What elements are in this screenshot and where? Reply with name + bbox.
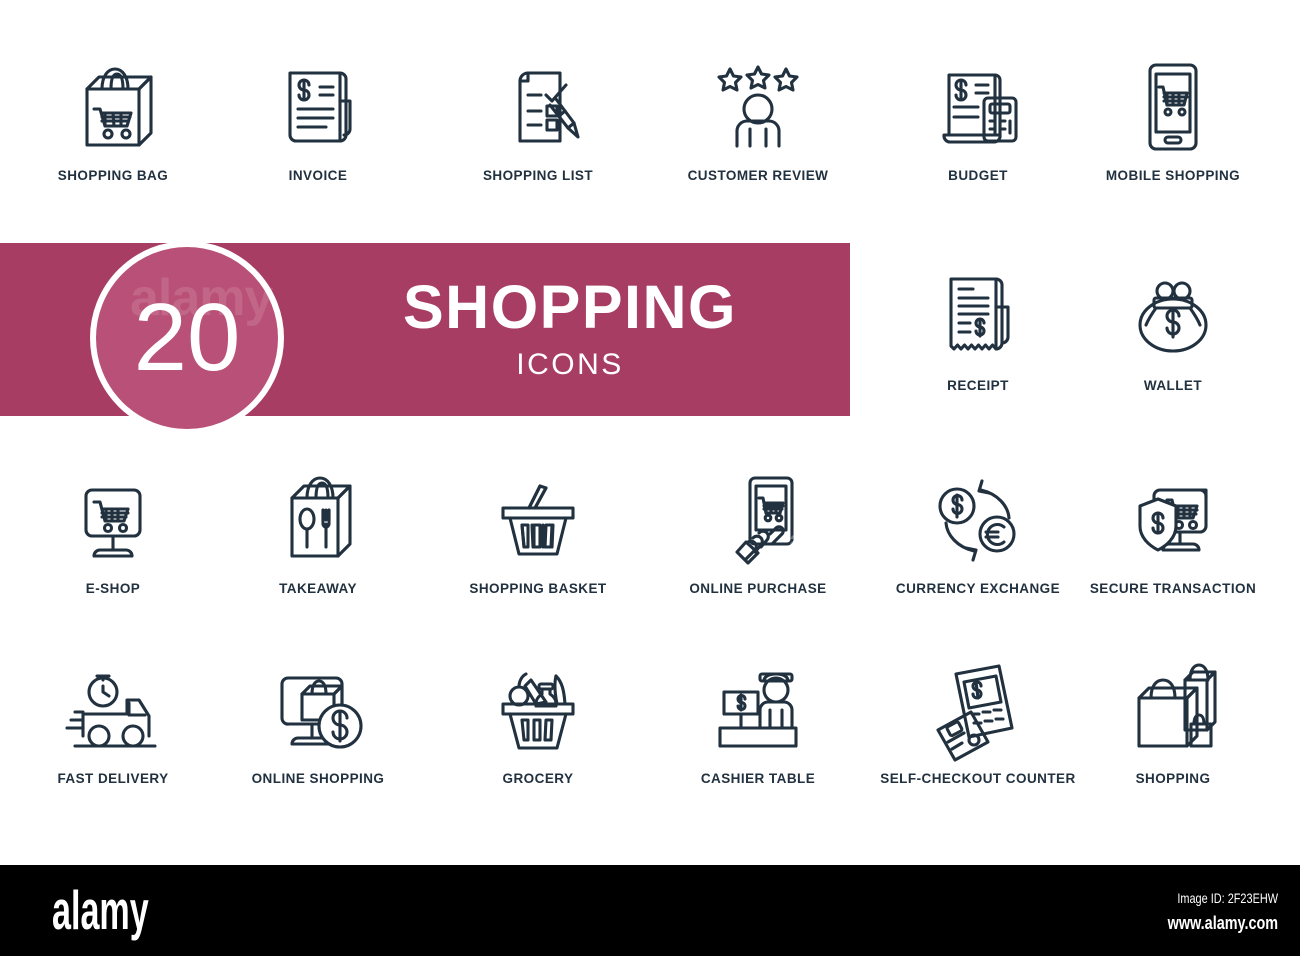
icon-label: SECURE TRANSACTION (1089, 581, 1257, 596)
receipt-icon (878, 262, 1078, 372)
icon-cell-receipt[interactable]: RECEIPT (878, 262, 1078, 393)
icon-label: SHOPPING LIST (482, 168, 594, 183)
footer-url: www.alamy.com (1167, 913, 1278, 933)
alamy-logo: alamy (52, 879, 149, 941)
budget-icon (878, 52, 1078, 162)
icon-cell-self-checkout-counter[interactable]: SELF-CHECKOUT COUNTER (878, 655, 1078, 786)
icon-label: BUDGET (948, 168, 1008, 183)
fast-delivery-icon (13, 655, 213, 765)
banner-subtitle: ICONS (516, 348, 624, 381)
banner-text-block: SHOPPING ICONS (290, 243, 850, 416)
footer-meta: Image ID: 2F23EHW www.alamy.com (1140, 890, 1278, 934)
e-shop-icon (13, 465, 213, 575)
icon-count-number: 20 (133, 284, 241, 391)
icon-cell-e-shop[interactable]: E-SHOP (13, 465, 213, 596)
icon-label: ONLINE SHOPPING (251, 771, 385, 786)
icon-cell-currency-exchange[interactable]: CURRENCY EXCHANGE (878, 465, 1078, 596)
icon-cell-shopping-basket[interactable]: SHOPPING BASKET (438, 465, 638, 596)
wallet-icon (1073, 262, 1273, 372)
shopping-basket-icon (438, 465, 638, 575)
icon-label: CURRENCY EXCHANGE (895, 581, 1061, 596)
icon-cell-online-purchase[interactable]: ONLINE PURCHASE (658, 465, 858, 596)
secure-transaction-icon (1073, 465, 1273, 575)
icon-cell-shopping-list[interactable]: SHOPPING LIST (438, 52, 638, 183)
online-purchase-icon (658, 465, 858, 575)
icon-label: GROCERY (502, 771, 574, 786)
icon-cell-shopping-bag[interactable]: SHOPPING BAG (13, 52, 213, 183)
online-shopping-icon (218, 655, 418, 765)
icon-cell-fast-delivery[interactable]: FAST DELIVERY (13, 655, 213, 786)
icon-label: MOBILE SHOPPING (1105, 168, 1241, 183)
mobile-shopping-icon (1073, 52, 1273, 162)
icon-label: SHOPPING BASKET (469, 581, 607, 596)
grocery-icon (438, 655, 638, 765)
icon-cell-wallet[interactable]: WALLET (1073, 262, 1273, 393)
icon-label: TAKEAWAY (279, 581, 357, 596)
cashier-table-icon (658, 655, 858, 765)
icon-set-canvas: SHOPPING BAG INVOICE SHOPPING LIST CUSTO… (0, 0, 1300, 865)
icon-label: WALLET (1143, 378, 1203, 393)
icon-cell-mobile-shopping[interactable]: MOBILE SHOPPING (1073, 52, 1273, 183)
icon-cell-grocery[interactable]: GROCERY (438, 655, 638, 786)
icon-label: SHOPPING (1135, 771, 1211, 786)
icon-cell-invoice[interactable]: INVOICE (218, 52, 418, 183)
icon-cell-online-shopping[interactable]: ONLINE SHOPPING (218, 655, 418, 786)
icon-cell-customer-review[interactable]: CUSTOMER REVIEW (658, 52, 858, 183)
takeaway-icon (218, 465, 418, 575)
alamy-footer-bar: alamy Image ID: 2F23EHW www.alamy.com (0, 865, 1300, 956)
icon-label: E-SHOP (85, 581, 141, 596)
icon-cell-secure-transaction[interactable]: SECURE TRANSACTION (1073, 465, 1273, 596)
icon-cell-cashier-table[interactable]: CASHIER TABLE (658, 655, 858, 786)
currency-exchange-icon (878, 465, 1078, 575)
shopping-list-icon (438, 52, 638, 162)
icon-label: CASHIER TABLE (700, 771, 816, 786)
icon-label: INVOICE (288, 168, 348, 183)
icon-label: FAST DELIVERY (57, 771, 169, 786)
icon-cell-budget[interactable]: BUDGET (878, 52, 1078, 183)
icon-count-badge: 20 (90, 241, 284, 435)
icon-label: SHOPPING BAG (57, 168, 169, 183)
banner-title: SHOPPING (402, 273, 737, 341)
self-checkout-counter-icon (878, 655, 1078, 765)
icon-label: SELF-CHECKOUT COUNTER (880, 771, 1076, 786)
customer-review-icon (658, 52, 858, 162)
icon-label: ONLINE PURCHASE (689, 581, 827, 596)
shopping-icon (1073, 655, 1273, 765)
icon-label: CUSTOMER REVIEW (687, 168, 829, 183)
icon-cell-shopping[interactable]: SHOPPING (1073, 655, 1273, 786)
footer-image-id: Image ID: 2F23EHW (1177, 890, 1278, 906)
icon-label: RECEIPT (947, 378, 1009, 393)
invoice-icon (218, 52, 418, 162)
icon-cell-takeaway[interactable]: TAKEAWAY (218, 465, 418, 596)
shopping-bag-icon (13, 52, 213, 162)
